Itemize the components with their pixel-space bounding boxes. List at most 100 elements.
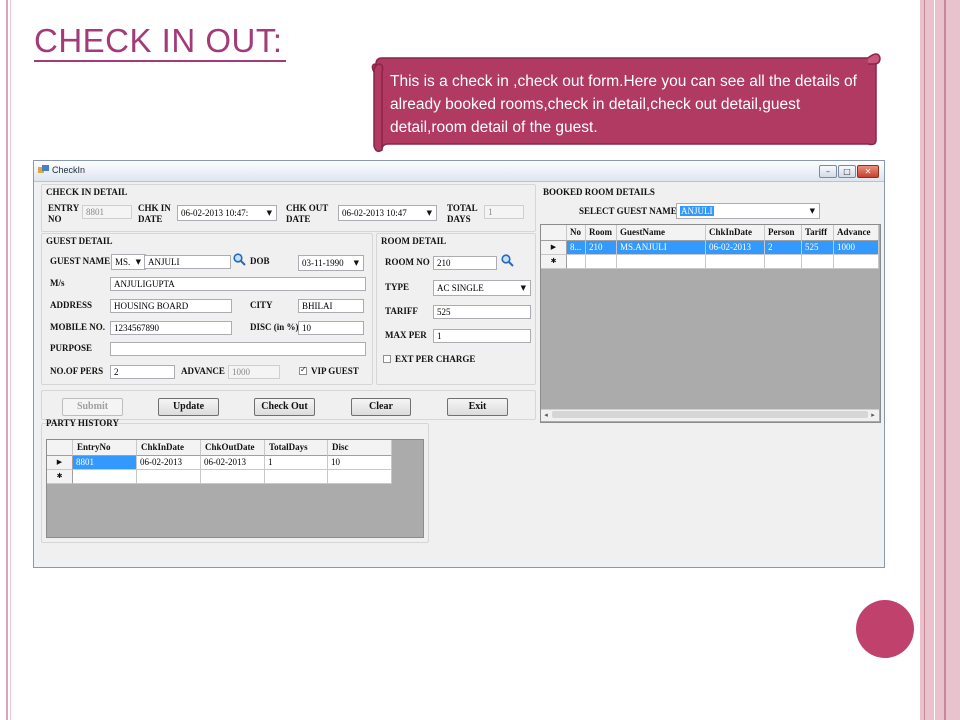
disc-label: DISC (in %) (250, 322, 299, 332)
grid-column-header[interactable]: No (567, 225, 586, 241)
grid-column-header[interactable]: Room (586, 225, 617, 241)
update-button[interactable]: Update (158, 398, 219, 416)
guest-detail-heading: GUEST DETAIL (46, 236, 113, 246)
minimize-icon: – (826, 167, 830, 176)
booked-room-heading: BOOKED ROOM DETAILS (543, 187, 655, 197)
max-per-field[interactable]: 1 (433, 329, 531, 343)
row-selector-current[interactable]: ▶ (541, 241, 567, 255)
grid-column-header[interactable]: EntryNo (73, 440, 137, 456)
grid-column-header[interactable]: GuestName (617, 225, 706, 241)
slide-title: CHECK IN OUT: (34, 22, 283, 59)
check-out-button[interactable]: Check Out (254, 398, 315, 416)
city-field[interactable]: BHILAI (298, 299, 364, 313)
entry-no-field[interactable]: 8801 (82, 205, 132, 219)
tariff-field[interactable]: 525 (433, 305, 531, 319)
maximize-icon: □ (843, 167, 851, 176)
row-selector-new[interactable]: ✱ (541, 255, 567, 269)
table-cell[interactable] (73, 470, 137, 484)
table-cell[interactable]: MS.ANJULI (617, 241, 706, 255)
table-cell[interactable] (328, 470, 392, 484)
no-of-pers-field[interactable]: 2 (110, 365, 175, 379)
table-cell[interactable]: 525 (802, 241, 834, 255)
select-guest-combo[interactable]: ANJULI ▼ (676, 203, 820, 219)
chk-in-date-picker[interactable]: 06-02-2013 10:47: ▼ (177, 205, 277, 221)
table-cell[interactable] (586, 255, 617, 269)
table-cell[interactable]: 06-02-2013 (706, 241, 765, 255)
table-cell[interactable]: 06-02-2013 (137, 456, 201, 470)
slide-border-right-line (924, 0, 925, 720)
row-selector-current[interactable]: ▶ (47, 456, 73, 470)
mobile-label: MOBILE NO. (50, 322, 106, 332)
table-cell[interactable] (706, 255, 765, 269)
total-days-field[interactable]: 1 (484, 205, 524, 219)
disc-field[interactable]: 10 (298, 321, 364, 335)
advance-field[interactable]: 1000 (228, 365, 280, 379)
chk-out-date-label: CHK OUT DATE (286, 203, 329, 224)
submit-button[interactable]: Submit (62, 398, 123, 416)
table-cell[interactable] (765, 255, 802, 269)
slide-border-left (6, 0, 8, 720)
scroll-left-icon[interactable]: ◂ (541, 410, 551, 420)
mobile-field[interactable]: 1234567890 (110, 321, 232, 335)
table-cell[interactable]: 8801 (73, 456, 137, 470)
address-field[interactable]: HOUSING BOARD (110, 299, 232, 313)
total-days-label: TOTAL DAYS (447, 203, 478, 224)
maximize-button[interactable]: □ (838, 165, 856, 178)
grid-column-header[interactable]: ChkInDate (706, 225, 765, 241)
guest-name-field[interactable]: ANJULI (144, 255, 231, 269)
table-cell[interactable]: 210 (586, 241, 617, 255)
vip-guest-label: VIP GUEST (311, 366, 359, 376)
grid-column-header[interactable]: ChkOutDate (201, 440, 265, 456)
purpose-field[interactable] (110, 342, 366, 356)
city-label: CITY (250, 300, 273, 310)
chevron-down-icon: ▼ (266, 209, 272, 217)
chevron-down-icon: ▼ (353, 259, 359, 267)
chevron-down-icon: ▼ (135, 258, 141, 266)
chk-in-date-label: CHK IN DATE (138, 203, 171, 224)
grid-column-header[interactable]: Advance (834, 225, 879, 241)
exit-button[interactable]: Exit (447, 398, 508, 416)
search-icon[interactable] (501, 254, 514, 267)
slide-border-right-line (934, 0, 935, 720)
table-cell[interactable]: 1 (265, 456, 328, 470)
table-cell[interactable] (567, 255, 586, 269)
grid-column-header[interactable]: TotalDays (265, 440, 328, 456)
table-cell[interactable] (137, 470, 201, 484)
chk-out-date-picker[interactable]: 06-02-2013 10:47 ▼ (338, 205, 437, 221)
salutation-select[interactable]: MS. ▼ (111, 254, 146, 270)
search-icon[interactable] (233, 253, 246, 266)
vip-guest-checkbox[interactable] (299, 365, 307, 375)
table-cell[interactable] (834, 255, 879, 269)
slide-border-right (920, 0, 960, 720)
window-titlebar[interactable] (34, 161, 884, 182)
scroll-right-icon[interactable]: ▸ (868, 410, 878, 420)
room-no-field[interactable]: 210 (433, 256, 497, 270)
ext-per-charge-checkbox[interactable] (383, 355, 391, 363)
table-cell[interactable]: 1000 (834, 241, 879, 255)
checkin-detail-heading: CHECK IN DETAIL (46, 187, 128, 197)
clear-button[interactable]: Clear (351, 398, 411, 416)
window-title: CheckIn (52, 165, 86, 175)
grid-column-header[interactable]: ChkInDate (137, 440, 201, 456)
table-cell[interactable]: 06-02-2013 (201, 456, 265, 470)
table-cell[interactable] (201, 470, 265, 484)
table-cell[interactable] (617, 255, 706, 269)
dob-picker[interactable]: 03-11-1990 ▼ (298, 255, 364, 271)
table-cell[interactable] (802, 255, 834, 269)
ms-field[interactable]: ANJULIGUPTA (110, 277, 366, 291)
grid-column-header[interactable]: Tariff (802, 225, 834, 241)
minimize-button[interactable]: – (819, 165, 837, 178)
row-selector-new[interactable]: ✱ (47, 470, 73, 484)
grid-column-header[interactable]: Person (765, 225, 802, 241)
grid-corner-header (541, 225, 567, 241)
grid-column-header[interactable]: Disc (328, 440, 392, 456)
table-cell[interactable] (265, 470, 328, 484)
slide-title-underline (34, 60, 286, 62)
close-button[interactable]: ✕ (857, 165, 879, 178)
table-cell[interactable]: 2 (765, 241, 802, 255)
slide-border-right-line (944, 0, 946, 720)
table-cell[interactable]: 10 (328, 456, 392, 470)
scrollbar-thumb[interactable] (552, 411, 868, 418)
room-type-select[interactable]: AC SINGLE ▼ (433, 280, 531, 296)
table-cell[interactable]: 8... (567, 241, 586, 255)
